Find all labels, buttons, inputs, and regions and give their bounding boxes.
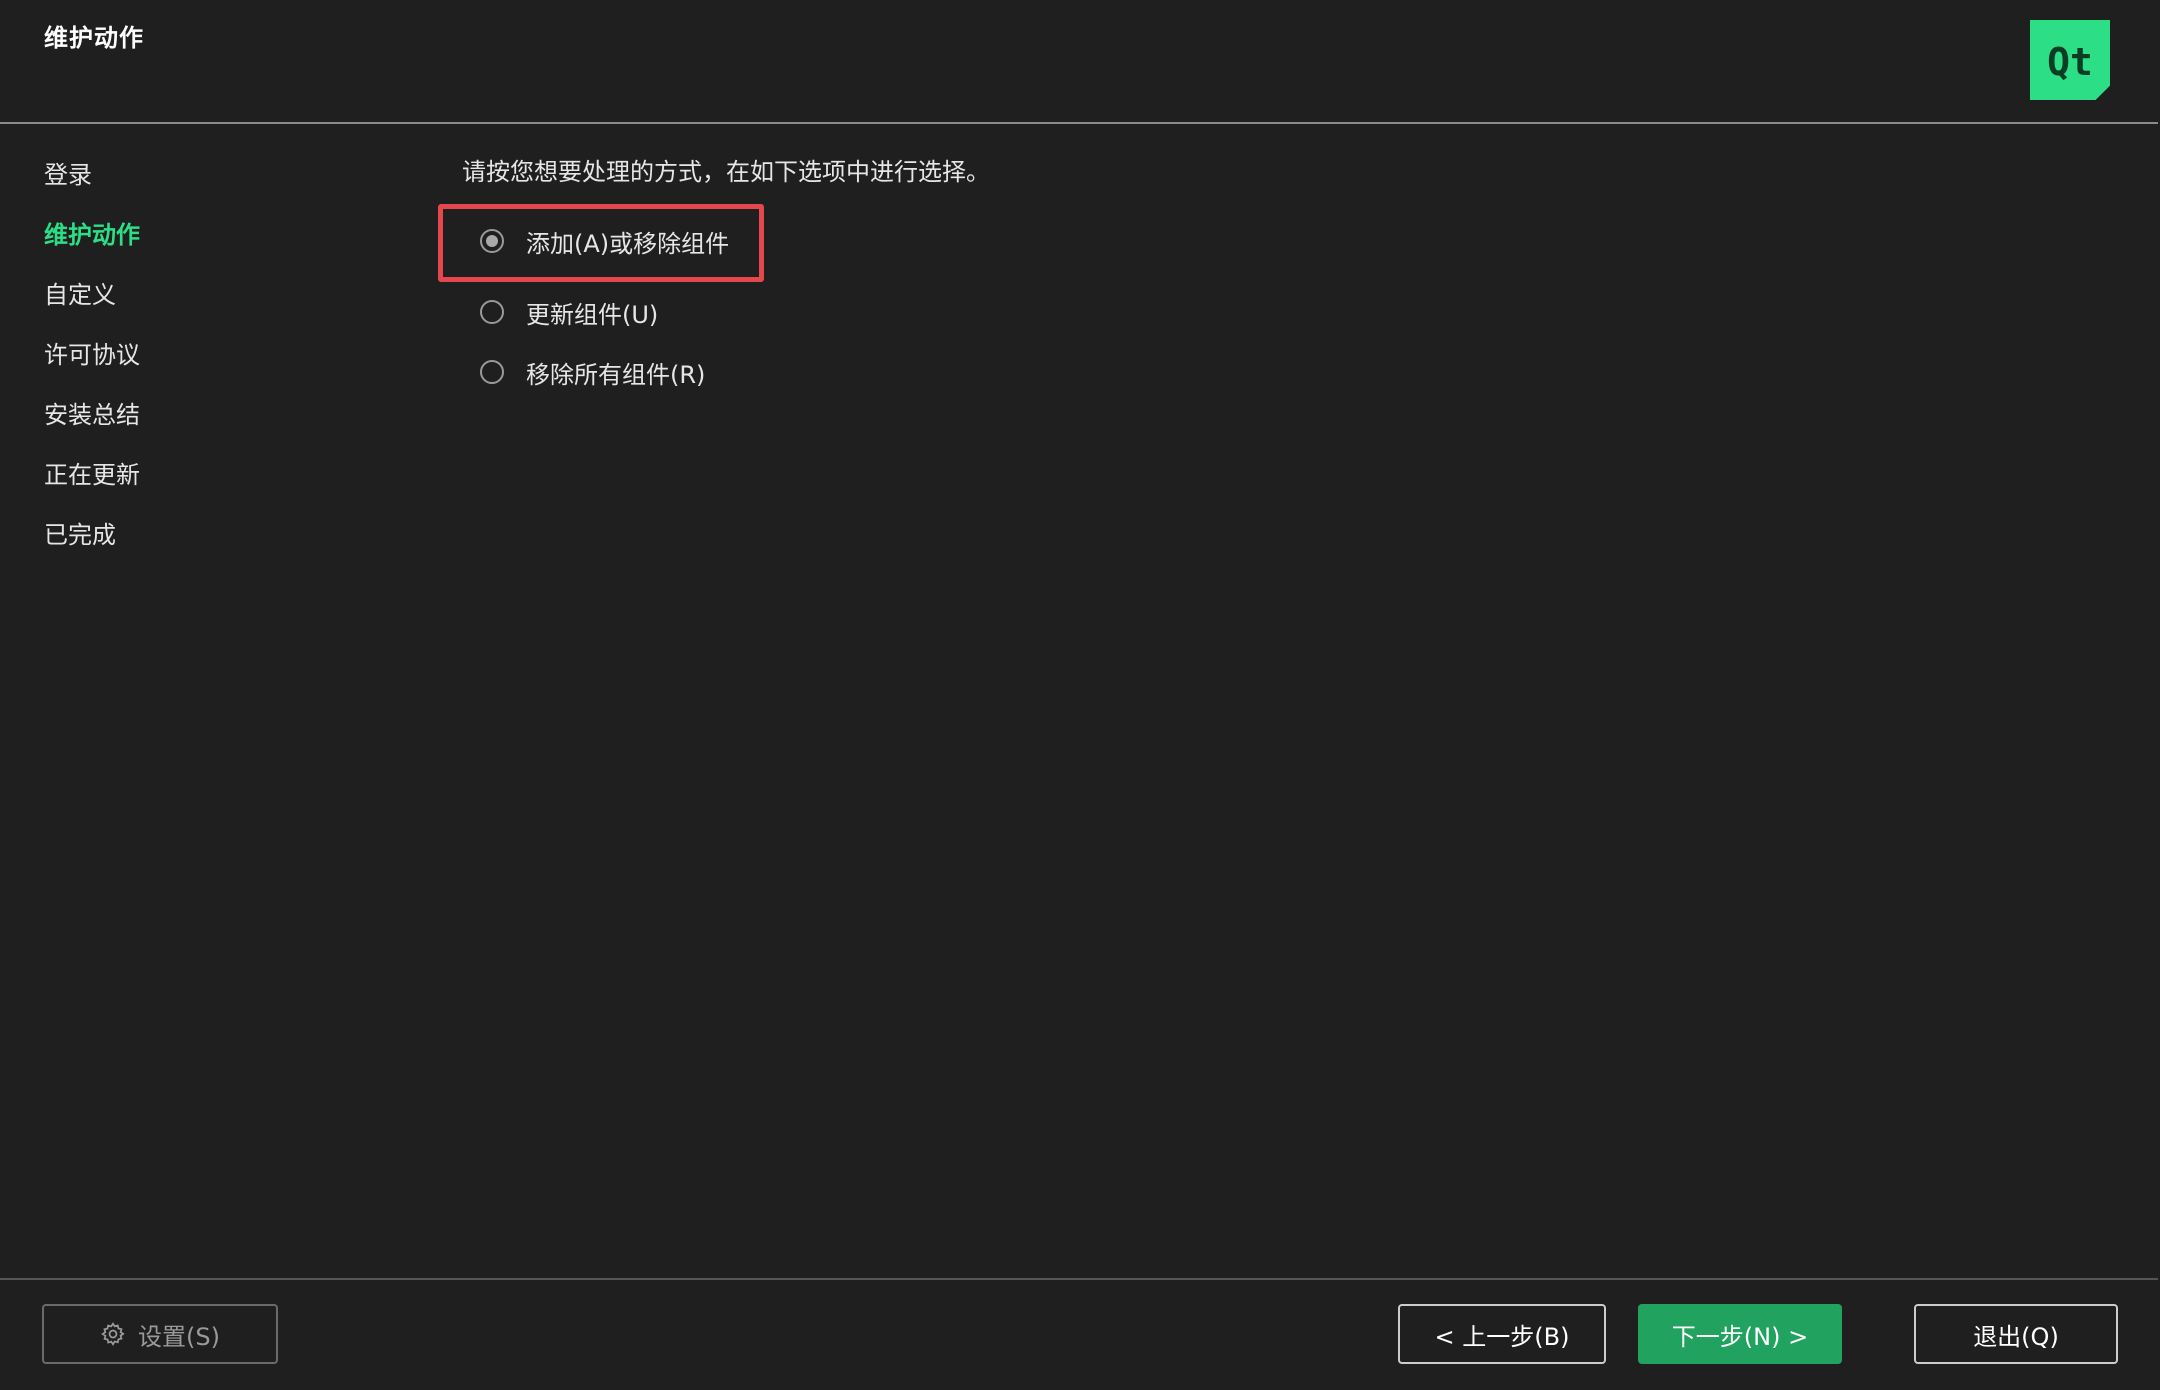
next-button[interactable]: 下一步(N) > [1638,1304,1842,1364]
option-update-components[interactable]: 更新组件(U) [480,282,729,342]
sidebar: 登录 维护动作 自定义 许可协议 安装总结 正在更新 已完成 [44,155,140,575]
radio-dot [486,235,498,247]
page-title: 维护动作 [44,24,144,52]
sidebar-item-login: 登录 [44,161,92,189]
option-label: 添加(A)或移除组件 [526,229,730,258]
radio-button-selected[interactable] [480,229,504,253]
qt-logo: Qt [2030,20,2110,100]
header-divider [0,122,2158,124]
settings-button[interactable]: 设置(S) [42,1304,278,1364]
sidebar-item-install-summary: 安装总结 [44,401,140,429]
sidebar-item-updating: 正在更新 [44,461,140,489]
footer-divider [0,1278,2158,1280]
back-button[interactable]: < 上一步(B) [1398,1304,1606,1364]
exit-button[interactable]: 退出(Q) [1914,1304,2118,1364]
radio-button[interactable] [480,300,504,324]
settings-button-label: 设置(S) [138,1322,220,1351]
maintenance-options: 添加(A)或移除组件 更新组件(U) 移除所有组件(R) [480,222,729,402]
option-remove-all-components[interactable]: 移除所有组件(R) [480,342,729,402]
option-add-remove-components[interactable]: 添加(A)或移除组件 [480,222,729,260]
sidebar-item-finished: 已完成 [44,521,116,549]
qt-logo-text: Qt [2047,40,2093,84]
sidebar-item-customize: 自定义 [44,281,116,309]
instruction-text: 请按您想要处理的方式，在如下选项中进行选择。 [462,158,990,186]
gear-icon [100,1321,126,1347]
option-label: 更新组件(U) [526,300,659,329]
radio-button[interactable] [480,360,504,384]
option-label: 移除所有组件(R) [526,360,706,389]
installer-window: 维护动作 Qt 登录 维护动作 自定义 许可协议 安装总结 正在更新 已完成 请… [0,0,2160,1390]
sidebar-item-maintenance-action: 维护动作 [44,221,140,249]
sidebar-item-license: 许可协议 [44,341,140,369]
